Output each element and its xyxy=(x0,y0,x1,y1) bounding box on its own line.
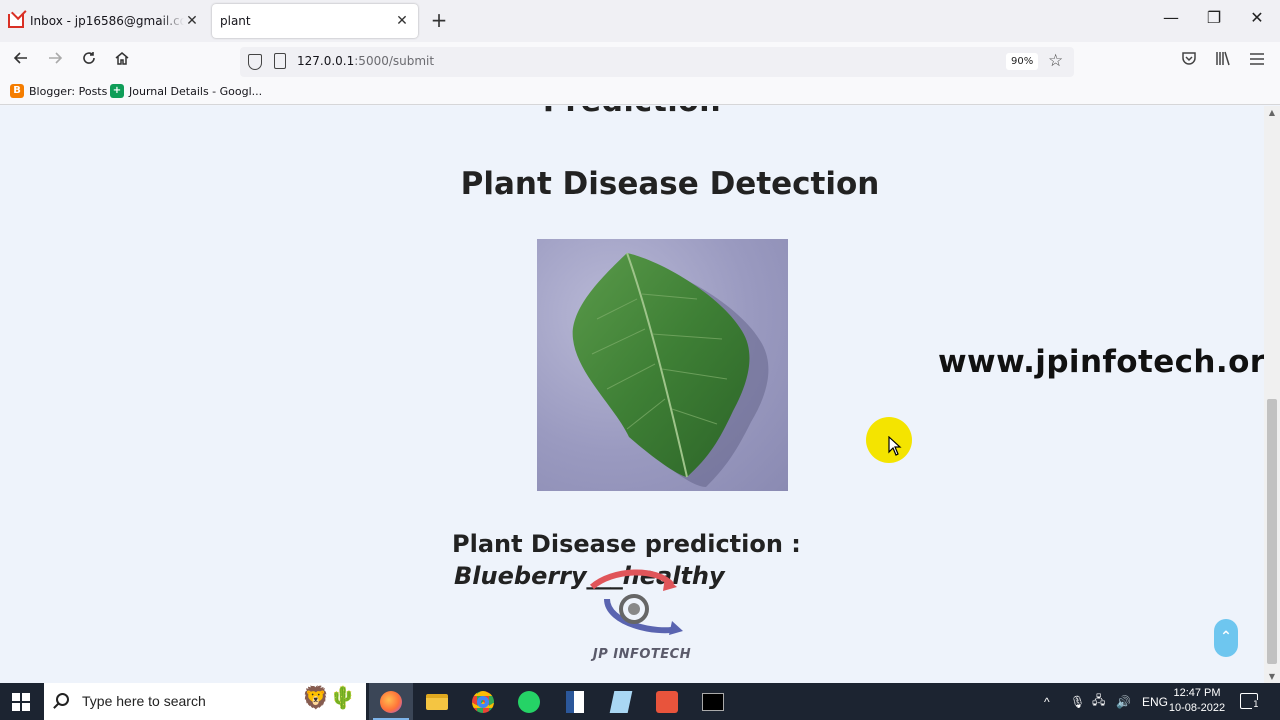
watermark-url: www.jpinfotech.org xyxy=(938,344,1264,380)
terminal-icon xyxy=(702,692,724,711)
bookmark-blogger-posts[interactable]: B Blogger: Posts xyxy=(10,84,107,98)
uploaded-leaf-image xyxy=(537,239,788,491)
tab-title: Inbox - jp16586@gmail.com - G xyxy=(30,14,184,28)
menu-hamburger-icon[interactable] xyxy=(1245,51,1269,69)
sheets-icon: + xyxy=(110,84,124,98)
tab-close-icon[interactable]: ✕ xyxy=(394,13,410,29)
scroll-up-icon[interactable]: ▲ xyxy=(1264,108,1280,117)
taskbar-whatsapp[interactable] xyxy=(507,683,551,720)
restore-button[interactable]: ❐ xyxy=(1200,8,1228,27)
tab-plant[interactable]: plant ✕ xyxy=(212,4,418,38)
address-bar[interactable]: 127.0.0.1:5000/submit 90% ☆ xyxy=(240,47,1074,77)
tab-strip: Inbox - jp16586@gmail.com - G ✕ plant ✕ … xyxy=(0,0,1280,42)
bookmark-label: Journal Details - Googl... xyxy=(129,84,263,98)
document-icon xyxy=(566,690,584,713)
bookmark-star-icon[interactable]: ☆ xyxy=(1048,51,1063,71)
taskbar-chrome[interactable] xyxy=(461,683,505,720)
forward-button[interactable] xyxy=(43,50,67,72)
pocket-icon[interactable] xyxy=(1177,51,1201,70)
taskbar-notepad[interactable] xyxy=(599,683,643,720)
home-button[interactable] xyxy=(110,50,134,72)
bookmark-label: Blogger: Posts xyxy=(29,84,108,98)
url-host: 127.0.0.1 xyxy=(297,54,355,68)
tab-gmail-inbox[interactable]: Inbox - jp16586@gmail.com - G ✕ xyxy=(0,4,208,38)
logo-text: JP INFOTECH xyxy=(592,647,692,662)
page-info-icon[interactable] xyxy=(274,53,286,69)
url-text[interactable]: 127.0.0.1:5000/submit xyxy=(297,54,434,68)
tab-close-icon[interactable]: ✕ xyxy=(184,13,200,29)
folder-icon xyxy=(426,693,448,710)
prediction-heading: Prediction xyxy=(0,106,1264,119)
page-viewport: Prediction Plant Disease Detection www.j… xyxy=(0,106,1264,683)
scroll-down-icon[interactable]: ▼ xyxy=(1264,672,1280,681)
microphone-icon[interactable]: 🎙 xyxy=(1070,695,1085,709)
home-icon xyxy=(115,52,129,65)
volume-icon[interactable]: 🔊 xyxy=(1116,695,1132,709)
whatsapp-icon xyxy=(518,690,540,713)
tracking-protection-icon[interactable] xyxy=(248,54,262,70)
minimize-button[interactable]: — xyxy=(1157,8,1185,27)
taskbar-terminal[interactable] xyxy=(691,683,735,720)
notification-count: 1 xyxy=(1252,700,1260,710)
scrollbar-thumb[interactable] xyxy=(1267,399,1277,664)
reload-icon xyxy=(83,52,95,64)
taskbar-firefox[interactable] xyxy=(369,683,413,720)
url-path: :5000/submit xyxy=(354,54,435,68)
taskbar-word[interactable] xyxy=(553,683,597,720)
chrome-icon xyxy=(472,690,494,713)
mouse-pointer-icon xyxy=(888,436,902,456)
firefox-icon xyxy=(380,690,402,713)
back-button[interactable] xyxy=(9,50,33,72)
jp-infotech-logo: JP INFOTECH xyxy=(577,569,707,663)
prediction-label: Plant Disease prediction : xyxy=(452,530,801,558)
window-close-button[interactable]: ✕ xyxy=(1243,8,1271,27)
taskbar-app-red[interactable] xyxy=(645,683,689,720)
reload-button[interactable] xyxy=(77,50,101,72)
clock-time: 12:47 PM xyxy=(1173,687,1221,699)
page-title: Plant Disease Detection xyxy=(460,166,880,202)
bookmark-journal-details[interactable]: + Journal Details - Googl... xyxy=(110,84,262,98)
bookmarks-toolbar: B Blogger: Posts + Journal Details - Goo… xyxy=(0,80,1280,105)
navigation-toolbar: 127.0.0.1:5000/submit 90% ☆ xyxy=(0,42,1280,80)
search-icon xyxy=(56,693,69,706)
clock-date: 10-08-2022 xyxy=(1168,702,1226,714)
zoom-indicator[interactable]: 90% xyxy=(1006,53,1039,70)
page-scrollbar[interactable]: ▲ ▼ xyxy=(1264,106,1280,683)
leaf-illustration xyxy=(572,252,769,487)
library-icon[interactable] xyxy=(1211,51,1235,70)
blogger-icon: B xyxy=(10,84,24,98)
taskbar-file-explorer[interactable] xyxy=(415,683,459,720)
notepad-icon xyxy=(609,690,633,713)
app-red-icon xyxy=(656,690,678,713)
network-icon[interactable]: 🖧 xyxy=(1092,691,1108,712)
back-arrow-icon xyxy=(13,52,27,64)
tab-title: plant xyxy=(220,14,251,28)
windows-taskbar: Type here to search 🦁🌵 ^ 🎙 🖧 🔊 ENG 12:47… xyxy=(0,683,1280,720)
taskbar-search-box[interactable]: Type here to search 🦁🌵 xyxy=(44,683,366,720)
search-placeholder: Type here to search xyxy=(82,693,206,709)
scroll-to-top-button[interactable]: ⌃ xyxy=(1214,619,1238,657)
taskbar-clock[interactable]: 12:47 PM 10-08-2022 xyxy=(1164,686,1230,716)
gmail-icon xyxy=(8,14,24,28)
search-highlight-art-icon: 🦁🌵 xyxy=(302,686,357,711)
logo-graphic xyxy=(589,569,683,635)
new-tab-button[interactable]: + xyxy=(428,10,450,30)
show-hidden-icons-icon[interactable]: ^ xyxy=(1044,695,1058,709)
windows-start-icon[interactable] xyxy=(12,693,30,711)
forward-arrow-icon xyxy=(49,52,63,64)
system-tray: ^ 🎙 🖧 🔊 ENG xyxy=(1044,683,1168,720)
